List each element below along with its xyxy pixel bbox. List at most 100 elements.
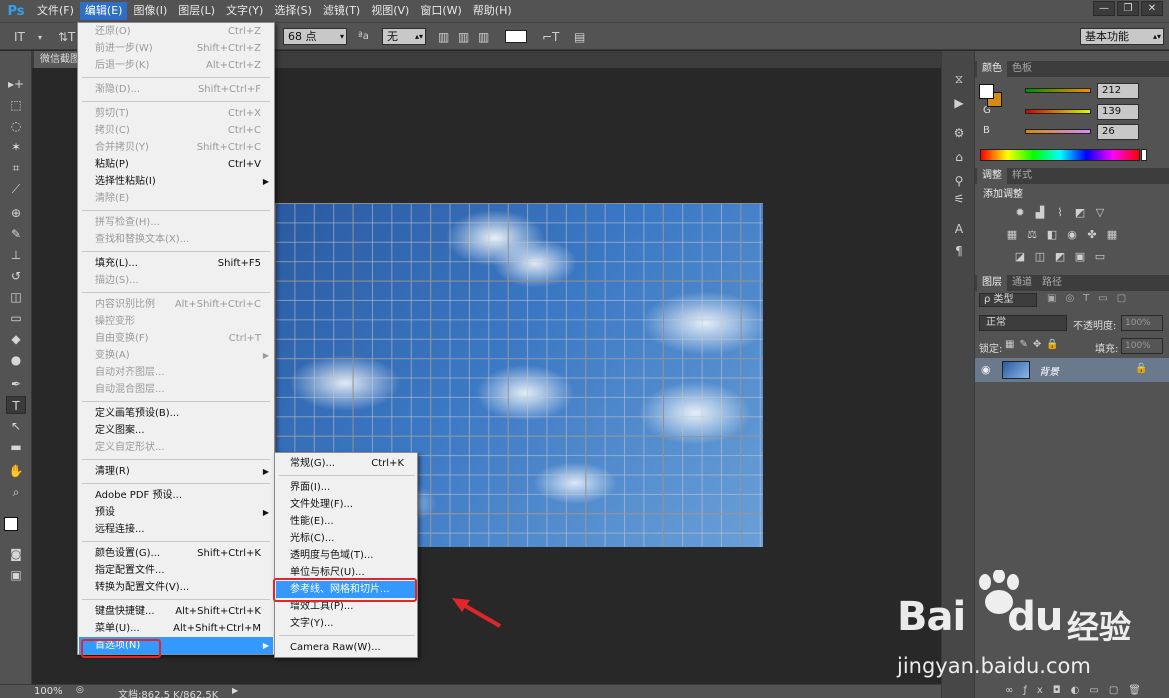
edit-menu-item[interactable]: Adobe PDF 预设...	[79, 487, 273, 504]
menu-item[interactable]: 文字(Y)	[221, 2, 268, 20]
curves-icon[interactable]: ⌇	[1053, 207, 1067, 219]
tab-paths[interactable]: 路径	[1037, 275, 1067, 291]
slider-track[interactable]	[1025, 88, 1091, 93]
edit-menu-item[interactable]: 定义画笔预设(B)...	[79, 405, 273, 422]
edit-menu-item[interactable]: 内容识别比例 Alt+Shift+Ctrl+C	[79, 296, 273, 313]
r-value[interactable]: 212	[1097, 83, 1139, 99]
edit-menu-item[interactable]: 后退一步(K) Alt+Ctrl+Z	[79, 57, 273, 74]
layer-row-background[interactable]: ◉ 背景 🔒	[975, 358, 1169, 382]
align-right-icon[interactable]: ▥	[478, 30, 489, 44]
edit-menu-item[interactable]: 清除(E)	[79, 190, 273, 207]
layer-filter-icons[interactable]: ▣◎T▭▢	[1047, 293, 1135, 304]
pen-tool-icon[interactable]: ✒	[6, 375, 26, 393]
opacity-field[interactable]: 100%	[1121, 315, 1163, 331]
gradient-map-icon[interactable]: ▣	[1073, 251, 1087, 263]
invert-icon[interactable]: ◪	[1013, 251, 1027, 263]
menu-item[interactable]: 图层(L)	[173, 2, 220, 20]
document-tab[interactable]: 微信截图	[34, 51, 80, 68]
preferences-menu-item[interactable]: 文字(Y)...	[276, 615, 416, 632]
edit-menu-item[interactable]: 定义自定形状...	[79, 439, 273, 456]
foreground-color-swatch[interactable]	[4, 517, 18, 531]
black-white-icon[interactable]: ◧	[1045, 229, 1059, 241]
paragraph-icon[interactable]: ¶	[950, 243, 968, 259]
edit-menu-item[interactable]: 清理(R) ▶	[79, 463, 273, 480]
edit-menu-item[interactable]: 预设 ▶	[79, 504, 273, 521]
healing-brush-icon[interactable]: ⊕	[6, 204, 26, 222]
blur-tool-icon[interactable]: ◆	[6, 330, 26, 348]
layer-filter-select[interactable]: ρ 类型	[979, 293, 1037, 307]
tool-presets-icon[interactable]: ⚙	[950, 125, 968, 141]
align-left-icon[interactable]: ▥	[438, 30, 449, 44]
shape-tool-icon[interactable]: ▬	[6, 438, 26, 456]
workspace-select[interactable]: 基本功能 ▴▾	[1080, 28, 1164, 45]
blend-mode-select[interactable]: 正常	[979, 315, 1067, 331]
edit-menu-item[interactable]: 定义图案...	[79, 422, 273, 439]
edit-menu-item[interactable]: 键盘快捷键... Alt+Shift+Ctrl+K	[79, 603, 273, 620]
tab-adjustments[interactable]: 调整	[977, 168, 1007, 184]
edit-menu-item[interactable]: 远程连接...	[79, 521, 273, 538]
tab-styles[interactable]: 样式	[1007, 168, 1037, 184]
b-value[interactable]: 26	[1097, 124, 1139, 140]
clone-source-icon[interactable]: ⚲	[950, 173, 968, 189]
edit-menu-item[interactable]: 拼写检查(H)...	[79, 214, 273, 231]
menu-item[interactable]: 图像(I)	[128, 2, 172, 20]
edit-menu-item[interactable]: 粘贴(P) Ctrl+V	[79, 156, 273, 173]
photo-filter-icon[interactable]: ◉	[1065, 229, 1079, 241]
warp-text-icon[interactable]: ⌐T	[542, 30, 559, 44]
lock-icons[interactable]: ▦✎✥🔒	[1005, 339, 1064, 350]
close-button[interactable]: ✕	[1141, 1, 1163, 16]
layer-name[interactable]: 背景	[1039, 363, 1059, 378]
restore-button[interactable]: ❐	[1117, 1, 1139, 16]
edit-menu-item[interactable]: 拷贝(C) Ctrl+C	[79, 122, 273, 139]
antialias-select[interactable]: 无 ▴▾	[382, 28, 426, 45]
preferences-menu-item[interactable]: 性能(E)...	[276, 513, 416, 530]
play-arrow-icon[interactable]: ▶	[232, 686, 238, 695]
visibility-eye-icon[interactable]: ◉	[981, 363, 991, 376]
eyedropper-tool-icon[interactable]: ⟋	[6, 180, 26, 198]
menu-item[interactable]: 选择(S)	[269, 2, 317, 20]
edit-menu-item[interactable]: 查找和替换文本(X)...	[79, 231, 273, 248]
edit-menu-item[interactable]: 描边(S)...	[79, 272, 273, 289]
menu-item[interactable]: 文件(F)	[32, 2, 79, 20]
gradient-tool-icon[interactable]: ▭	[6, 309, 26, 327]
fg-color-swatch[interactable]	[979, 84, 994, 99]
properties-icon[interactable]: ⚟	[950, 191, 968, 207]
menu-item[interactable]: 视图(V)	[366, 2, 414, 20]
dropdown-arrow-icon[interactable]: ▾	[38, 33, 42, 42]
color-balance-icon[interactable]: ⚖	[1025, 229, 1039, 241]
preferences-menu-item[interactable]: Camera Raw(W)...	[276, 639, 416, 656]
text-color-swatch[interactable]	[505, 30, 527, 43]
move-tool-icon[interactable]: ▸+	[6, 75, 26, 93]
edit-menu-item[interactable]: 指定配置文件...	[79, 562, 273, 579]
history-brush-icon[interactable]: ↺	[6, 267, 26, 285]
preferences-menu-item[interactable]: 界面(I)...	[276, 479, 416, 496]
color-lookup-icon[interactable]: ▦	[1105, 229, 1119, 241]
brush-presets-icon[interactable]: ⌂	[950, 149, 968, 165]
tab-channels[interactable]: 通道	[1007, 275, 1037, 291]
slider-track[interactable]	[1025, 129, 1091, 134]
edit-menu-item[interactable]: 还原(O) Ctrl+Z	[79, 23, 273, 40]
character-icon[interactable]: A	[950, 221, 968, 237]
text-orientation-icon[interactable]: ⇅T	[58, 30, 75, 44]
edit-menu-item[interactable]: 自由变换(F) Ctrl+T	[79, 330, 273, 347]
zoom-level[interactable]: 100%	[34, 686, 63, 697]
edit-menu-item[interactable]: 剪切(T) Ctrl+X	[79, 105, 273, 122]
preferences-menu-item[interactable]: 光标(C)...	[276, 530, 416, 547]
crop-tool-icon[interactable]: ⌗	[6, 159, 26, 177]
channel-mixer-icon[interactable]: ✤	[1085, 229, 1099, 241]
edit-menu-item[interactable]: 选择性粘贴(I) ▶	[79, 173, 273, 190]
edit-menu-item[interactable]: 填充(L)... Shift+F5	[79, 255, 273, 272]
history-icon[interactable]: ⧖	[950, 71, 968, 87]
threshold-icon[interactable]: ◩	[1053, 251, 1067, 263]
brightness-icon[interactable]: ✹	[1013, 207, 1027, 219]
edit-menu-item[interactable]: 变换(A) ▶	[79, 347, 273, 364]
levels-icon[interactable]: ▟	[1033, 207, 1047, 219]
dodge-tool-icon[interactable]: ●	[6, 351, 26, 369]
text-tool-icon[interactable]: IT	[14, 30, 25, 44]
edit-menu-item[interactable]: 合并拷贝(Y) Shift+Ctrl+C	[79, 139, 273, 156]
menu-item[interactable]: 滤镜(T)	[318, 2, 365, 20]
lasso-tool-icon[interactable]: ◌	[6, 117, 26, 135]
menu-item[interactable]: 编辑(E)	[79, 2, 128, 20]
white-swatch[interactable]	[1141, 149, 1147, 161]
selective-color-icon[interactable]: ▭	[1093, 251, 1107, 263]
